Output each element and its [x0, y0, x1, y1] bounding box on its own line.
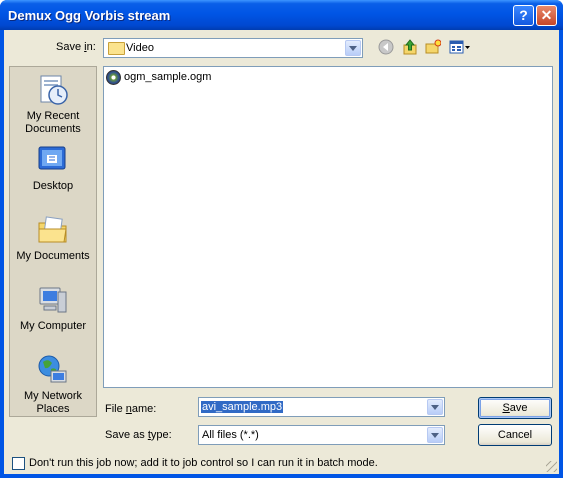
network-places-icon [36, 353, 70, 387]
recent-documents-icon [36, 73, 70, 107]
place-label-line2: Places [36, 403, 70, 415]
batch-mode-label: Don't run this job now; add it to job co… [29, 457, 378, 469]
place-my-network-places[interactable]: My Network Places [10, 353, 96, 416]
new-folder-icon[interactable] [423, 39, 443, 59]
place-label: My Network [23, 390, 83, 402]
place-label-line2: Documents [25, 123, 81, 135]
back-icon[interactable] [376, 39, 396, 59]
save-in-combo[interactable]: Video [103, 38, 363, 58]
media-file-icon [106, 69, 121, 85]
dialog-window: Demux Ogg Vorbis stream ? ✕ Save in: Vid… [0, 0, 563, 478]
file-list[interactable]: ogm_sample.ogm [103, 66, 553, 388]
my-computer-icon [36, 283, 70, 317]
place-desktop[interactable]: Desktop [10, 143, 96, 193]
close-button[interactable]: ✕ [536, 5, 557, 26]
resize-grip[interactable] [546, 461, 557, 472]
save-in-value: Video [126, 42, 154, 54]
file-name-value: avi_sample.mp3 [201, 401, 284, 413]
folder-icon [108, 42, 125, 55]
place-label: Desktop [32, 180, 74, 192]
place-label: My Computer [19, 320, 87, 332]
file-name: ogm_sample.ogm [124, 71, 212, 83]
desktop-icon [36, 143, 70, 177]
chevron-down-icon[interactable] [345, 40, 361, 56]
up-folder-icon[interactable] [400, 39, 420, 59]
help-button[interactable]: ? [513, 5, 534, 26]
file-name-input[interactable]: avi_sample.mp3 [198, 397, 445, 417]
place-my-computer[interactable]: My Computer [10, 283, 96, 333]
chevron-down-icon[interactable] [427, 427, 443, 443]
file-item[interactable]: ogm_sample.ogm [106, 69, 211, 85]
batch-mode-checkbox[interactable] [12, 457, 25, 470]
place-label: My Recent [26, 110, 80, 122]
dialog-body: Save in: Video My Recent Documents Deskt… [4, 30, 559, 474]
save-button[interactable]: Save [478, 397, 552, 419]
cancel-button[interactable]: Cancel [478, 424, 552, 446]
place-label: My Documents [16, 250, 90, 262]
place-my-documents[interactable]: My Documents [10, 213, 96, 263]
save-in-label: Save in: [56, 41, 96, 53]
window-title: Demux Ogg Vorbis stream [8, 8, 171, 23]
my-documents-icon [36, 213, 70, 247]
save-as-type-select[interactable]: All files (*.*) [198, 425, 445, 445]
save-as-type-value: All files (*.*) [202, 429, 259, 441]
save-as-type-label: Save as type: [105, 429, 172, 441]
places-bar: My Recent Documents Desktop My Documents [9, 66, 97, 417]
file-name-label: File name: [105, 403, 157, 415]
view-menu-icon[interactable] [448, 39, 472, 59]
title-bar[interactable]: Demux Ogg Vorbis stream ? ✕ [0, 0, 563, 30]
chevron-down-icon[interactable] [427, 399, 443, 415]
place-my-recent-documents[interactable]: My Recent Documents [10, 73, 96, 136]
